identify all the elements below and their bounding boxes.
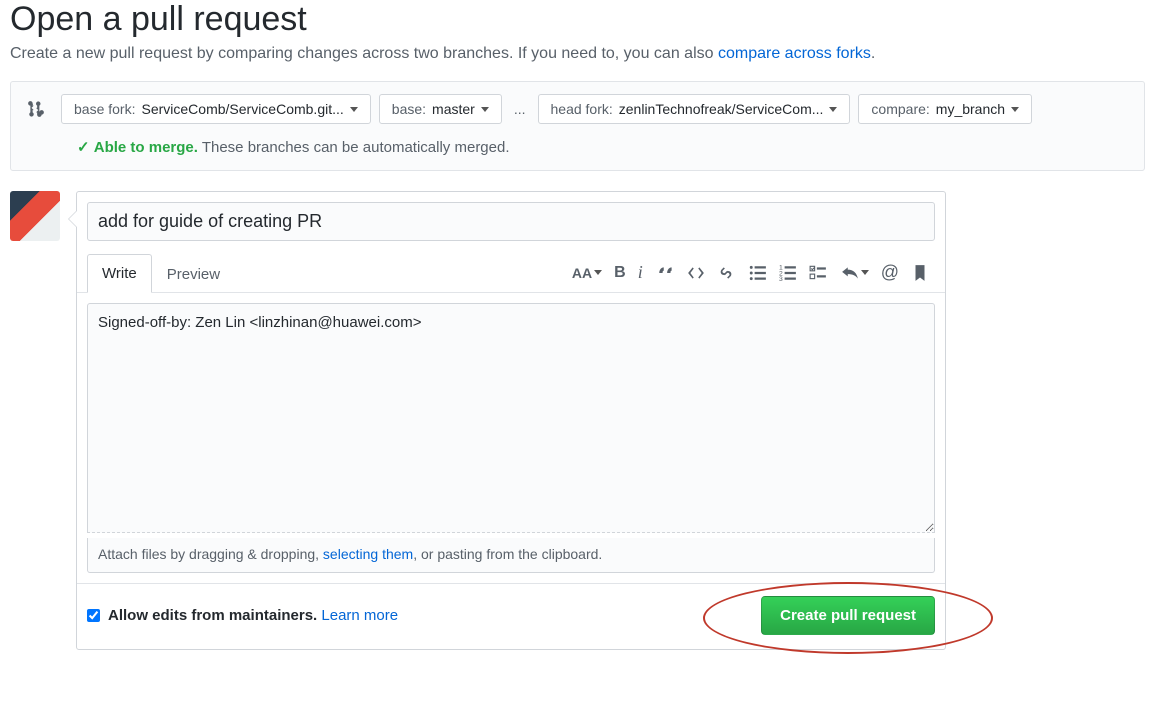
italic-icon[interactable]: i [638,262,643,283]
quote-icon[interactable] [657,264,675,282]
merge-able-text: Able to merge. [94,139,198,156]
ordered-list-icon[interactable]: 123 [779,264,797,282]
check-icon: ✓ [77,139,90,156]
base-value: master [432,101,475,117]
allow-edits-text: Allow edits from maintainers. [108,607,317,624]
page-title: Open a pull request [10,0,1145,39]
page-subtitle: Create a new pull request by comparing c… [10,45,1145,63]
bookmark-icon[interactable] [911,264,929,282]
code-icon[interactable] [687,264,705,282]
bold-icon[interactable]: B [614,264,626,282]
compare-value: my_branch [936,101,1005,117]
text-size-icon[interactable]: AA [572,265,602,281]
base-fork-value: ServiceComb/ServiceComb.git... [141,101,343,117]
allow-edits-checkbox[interactable] [87,609,100,622]
base-branch-select[interactable]: base: master [379,94,502,124]
unordered-list-icon[interactable] [749,264,767,282]
chevron-down-icon [1011,107,1019,112]
attach-post: , or pasting from the clipboard. [413,546,602,562]
select-files-link[interactable]: selecting them [323,546,413,562]
pr-title-input[interactable] [87,202,935,241]
base-fork-label: base fork: [74,101,135,117]
avatar[interactable] [10,191,60,241]
tab-preview[interactable]: Preview [152,255,235,293]
reply-icon[interactable] [841,264,869,282]
chevron-down-icon [829,107,837,112]
range-editor: base fork: ServiceComb/ServiceComb.git..… [10,81,1145,171]
base-label: base: [392,101,426,117]
task-list-icon[interactable] [809,264,827,282]
attach-pre: Attach files by dragging & dropping, [98,546,323,562]
learn-more-link[interactable]: Learn more [321,607,398,624]
git-compare-icon [27,100,45,118]
attach-hint: Attach files by dragging & dropping, sel… [87,538,935,573]
allow-edits-label[interactable]: Allow edits from maintainers. Learn more [87,607,398,624]
subtitle-text: Create a new pull request by comparing c… [10,45,718,62]
link-icon[interactable] [717,264,735,282]
range-ellipsis: ... [510,101,530,117]
chevron-down-icon [350,107,358,112]
base-fork-select[interactable]: base fork: ServiceComb/ServiceComb.git..… [61,94,371,124]
editor-tabs: Write Preview AA B i 123 [77,253,945,293]
tab-write[interactable]: Write [87,254,152,293]
markdown-toolbar: AA B i 123 @ [572,262,935,283]
head-fork-value: zenlinTechnofreak/ServiceCom... [619,101,824,117]
head-fork-select[interactable]: head fork: zenlinTechnofreak/ServiceCom.… [538,94,851,124]
comment-box: Write Preview AA B i 123 [76,191,946,650]
chevron-down-icon [481,107,489,112]
head-fork-label: head fork: [551,101,613,117]
pr-body-textarea[interactable] [87,303,935,533]
compare-branch-select[interactable]: compare: my_branch [858,94,1032,124]
svg-text:3: 3 [779,275,783,281]
merge-status: ✓ Able to merge. These branches can be a… [77,138,1128,156]
footer-row: Allow edits from maintainers. Learn more… [77,583,945,649]
compare-forks-link[interactable]: compare across forks [718,45,871,62]
subtitle-post: . [871,45,875,62]
create-pull-request-button[interactable]: Create pull request [761,596,935,635]
mention-icon[interactable]: @ [881,262,899,283]
compare-label: compare: [871,101,929,117]
merge-msg-text: These branches can be automatically merg… [198,139,510,156]
